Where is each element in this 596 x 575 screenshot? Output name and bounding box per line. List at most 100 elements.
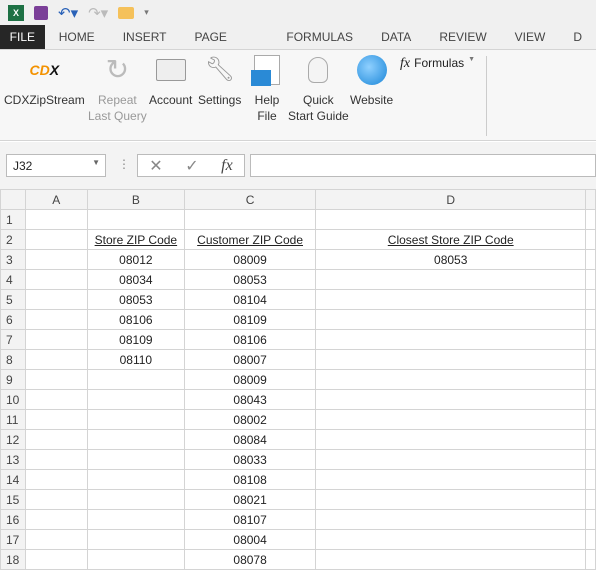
cell[interactable] [86, 449, 186, 470]
insert-function-icon[interactable]: fx [221, 157, 233, 175]
cell[interactable]: 08004 [184, 529, 317, 550]
row-header[interactable]: 5 [0, 289, 26, 310]
cell[interactable] [24, 409, 88, 430]
cell[interactable] [585, 509, 596, 530]
enter-icon[interactable]: ✓ [185, 156, 198, 176]
cell[interactable] [315, 509, 587, 530]
column-header-a[interactable]: A [24, 189, 88, 210]
tab-review[interactable]: REVIEW [425, 25, 500, 49]
row-header[interactable]: 3 [0, 249, 26, 270]
cell[interactable]: Closest Store ZIP Code [315, 229, 587, 250]
cell[interactable] [315, 389, 587, 410]
cell[interactable] [585, 289, 596, 310]
cell[interactable] [24, 349, 88, 370]
cell[interactable] [585, 529, 596, 550]
cell[interactable] [585, 489, 596, 510]
cell[interactable]: 08002 [184, 409, 317, 430]
tab-home[interactable]: HOME [45, 25, 109, 49]
cell[interactable] [24, 209, 88, 230]
cell[interactable]: 08104 [184, 289, 317, 310]
formulas-dropdown[interactable]: fx Formulas ▼ [400, 56, 475, 72]
cell[interactable] [315, 289, 587, 310]
cell[interactable] [315, 329, 587, 350]
cell[interactable]: 08109 [184, 309, 317, 330]
cell[interactable]: 08053 [184, 269, 317, 290]
row-header[interactable]: 16 [0, 509, 26, 530]
cell[interactable]: 08043 [184, 389, 317, 410]
cell[interactable] [585, 249, 596, 270]
formula-input[interactable] [250, 154, 596, 177]
cell[interactable] [24, 529, 88, 550]
cell[interactable]: 08110 [86, 349, 186, 370]
cell[interactable] [24, 449, 88, 470]
cell[interactable]: 08021 [184, 489, 317, 510]
cell[interactable]: 08106 [184, 329, 317, 350]
cell[interactable] [585, 389, 596, 410]
cell[interactable]: 08053 [86, 289, 186, 310]
cell[interactable]: 08053 [315, 249, 587, 270]
cell[interactable]: 08108 [184, 469, 317, 490]
cell[interactable] [315, 529, 587, 550]
row-header[interactable]: 8 [0, 349, 26, 370]
chevron-down-icon[interactable]: ▼ [92, 158, 100, 167]
select-all-corner[interactable] [0, 189, 26, 210]
cell[interactable] [24, 429, 88, 450]
tab-more[interactable]: D [559, 25, 596, 49]
cell[interactable] [86, 369, 186, 390]
row-header[interactable]: 10 [0, 389, 26, 410]
cell[interactable]: 08012 [86, 249, 186, 270]
cell[interactable] [585, 269, 596, 290]
cell[interactable]: 08084 [184, 429, 317, 450]
tab-file[interactable]: FILE [0, 25, 45, 49]
cell[interactable] [86, 469, 186, 490]
cell[interactable] [315, 349, 587, 370]
name-box[interactable]: J32 ▼ [6, 154, 106, 177]
cell[interactable] [315, 429, 587, 450]
cell[interactable] [585, 329, 596, 350]
cell[interactable] [315, 449, 587, 470]
cell[interactable] [585, 369, 596, 390]
quick-start-guide-button[interactable]: Quick Start Guide [288, 54, 349, 124]
cell[interactable] [315, 409, 587, 430]
cell[interactable] [585, 209, 596, 230]
cell[interactable] [315, 209, 587, 230]
cell[interactable] [585, 469, 596, 490]
cell[interactable] [315, 469, 587, 490]
column-header-d[interactable]: D [315, 189, 587, 210]
cell[interactable]: 08009 [184, 249, 317, 270]
save-icon[interactable] [34, 5, 48, 20]
cell[interactable]: Customer ZIP Code [184, 229, 317, 250]
row-header[interactable]: 15 [0, 489, 26, 510]
cell[interactable] [24, 489, 88, 510]
cell[interactable] [24, 309, 88, 330]
cell[interactable]: 08007 [184, 349, 317, 370]
cell[interactable] [24, 329, 88, 350]
cell[interactable] [86, 509, 186, 530]
cell[interactable] [585, 429, 596, 450]
cell[interactable] [585, 229, 596, 250]
cell[interactable] [24, 269, 88, 290]
tab-page-layout[interactable]: PAGE LAYOUT [180, 25, 272, 68]
cell[interactable] [315, 549, 587, 570]
row-header[interactable]: 7 [0, 329, 26, 350]
cell[interactable]: 08106 [86, 309, 186, 330]
cell[interactable]: Store ZIP Code [86, 229, 186, 250]
cell[interactable] [585, 309, 596, 330]
cell[interactable] [585, 409, 596, 430]
cell[interactable] [86, 429, 186, 450]
drag-handle-icon[interactable]: ⋮ [118, 157, 130, 171]
cell[interactable] [24, 549, 88, 570]
cell[interactable] [24, 469, 88, 490]
row-header[interactable]: 1 [0, 209, 26, 230]
tab-data[interactable]: DATA [367, 25, 425, 49]
cell[interactable]: 08109 [86, 329, 186, 350]
cell[interactable] [86, 529, 186, 550]
cell[interactable] [86, 409, 186, 430]
row-header[interactable]: 2 [0, 229, 26, 250]
row-header[interactable]: 9 [0, 369, 26, 390]
cell[interactable] [24, 509, 88, 530]
cell[interactable]: 08034 [86, 269, 186, 290]
customize-icon[interactable]: ▾ [144, 7, 149, 18]
cancel-icon[interactable]: ✕ [149, 156, 162, 176]
cell[interactable] [86, 489, 186, 510]
